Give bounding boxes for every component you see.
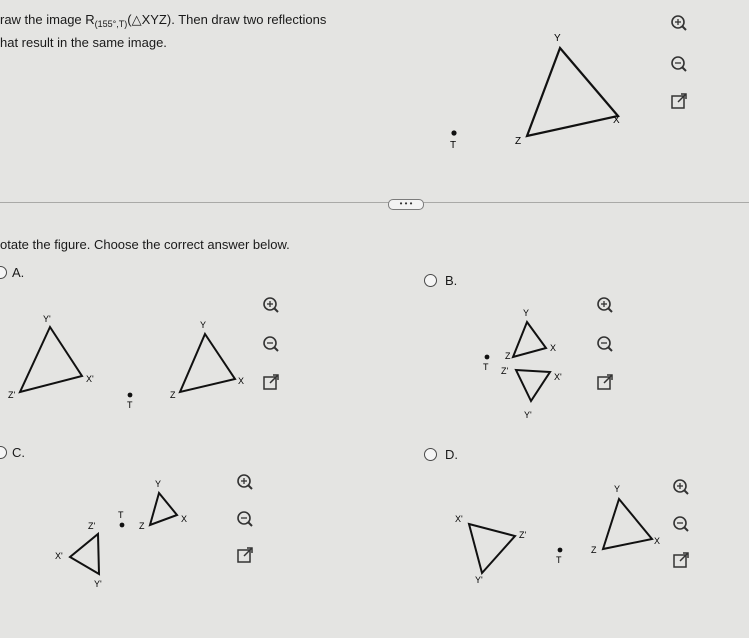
zoom-out-icon[interactable] <box>596 335 614 353</box>
label-x: X <box>654 536 660 546</box>
zoom-in-icon[interactable] <box>596 296 614 314</box>
label-y-prime: Y' <box>524 410 532 420</box>
label-z-prime: Z' <box>501 366 508 376</box>
label-z: Z <box>591 545 597 555</box>
label-x-prime: X' <box>554 372 562 382</box>
label-z: Z <box>505 351 511 361</box>
triangle-xyz <box>148 490 179 527</box>
radio-option-d[interactable] <box>424 448 437 461</box>
label-z: Z <box>515 136 521 147</box>
triangle-xyz <box>525 45 621 138</box>
triangle-xyz <box>601 496 654 551</box>
point-t <box>484 354 490 360</box>
label-t: T <box>556 555 562 565</box>
question-line-1: raw the image R(155°,T)(△XYZ). Then draw… <box>0 12 327 29</box>
instruction-text: otate the figure. Choose the correct ans… <box>0 237 290 252</box>
zoom-out-icon[interactable] <box>236 510 254 528</box>
label-t: T <box>127 400 133 410</box>
triangle-xyz-prime <box>467 522 517 576</box>
label-z-prime: Z' <box>8 390 15 400</box>
zoom-out-icon[interactable] <box>670 55 688 73</box>
label-x: X <box>181 514 187 524</box>
popout-icon[interactable] <box>236 546 254 564</box>
label-y: Y <box>200 320 206 330</box>
point-t <box>451 130 457 136</box>
label-y-prime: Y' <box>94 579 102 589</box>
zoom-out-icon[interactable] <box>262 335 280 353</box>
label-x: X <box>550 343 556 353</box>
option-c-label: C. <box>12 445 25 460</box>
main-figure: Y X Z T <box>450 33 621 151</box>
label-z: Z <box>170 390 176 400</box>
option-a-label: A. <box>12 265 25 280</box>
label-x-prime: X' <box>86 374 94 384</box>
triangle-xyz <box>178 331 237 394</box>
zoom-in-icon[interactable] <box>262 296 280 314</box>
popout-icon[interactable] <box>672 551 690 569</box>
zoom-in-icon[interactable] <box>672 478 690 496</box>
label-z-prime: Z' <box>519 530 526 540</box>
label-z-prime: Z' <box>88 521 95 531</box>
popout-icon[interactable] <box>596 373 614 391</box>
point-t <box>127 392 133 398</box>
radio-option-a[interactable] <box>0 266 7 279</box>
option-c-figure: Y X Z T Z' X' Y' <box>55 479 187 589</box>
label-t: T <box>118 510 124 520</box>
triangle-xyz <box>511 319 548 359</box>
label-y: Y <box>554 33 561 44</box>
label-x-prime: X' <box>455 514 463 524</box>
label-y: Y <box>523 308 529 318</box>
radio-option-c[interactable] <box>0 446 7 459</box>
label-x: X <box>613 115 620 126</box>
point-t <box>557 547 563 553</box>
label-z: Z <box>139 521 145 531</box>
label-x-prime: X' <box>55 551 63 561</box>
label-t: T <box>450 140 456 151</box>
label-y-prime: Y' <box>475 575 483 585</box>
popout-icon[interactable] <box>670 92 688 110</box>
radio-option-b[interactable] <box>424 274 437 287</box>
label-y-prime: Y' <box>43 314 51 324</box>
option-a-figure: Y' X' Z' T Y X Z <box>8 314 244 410</box>
popout-icon[interactable] <box>262 373 280 391</box>
zoom-in-icon[interactable] <box>236 473 254 491</box>
triangle-xyz-prime <box>68 531 101 576</box>
label-t: T <box>483 362 489 372</box>
label-x: X <box>238 376 244 386</box>
more-button[interactable]: • • • <box>388 199 424 210</box>
label-y: Y <box>614 484 620 494</box>
section-divider <box>0 202 749 203</box>
triangle-xyz-prime <box>514 368 552 404</box>
option-d-figure: X' Z' Y' T Y X Z <box>455 484 660 585</box>
point-t <box>119 522 125 528</box>
option-d-label: D. <box>445 447 458 462</box>
label-y: Y <box>155 479 161 489</box>
zoom-out-icon[interactable] <box>672 515 690 533</box>
zoom-in-icon[interactable] <box>670 14 688 32</box>
triangle-xyz-prime <box>18 324 84 394</box>
question-line-2: hat result in the same image. <box>0 35 167 50</box>
option-b-label: B. <box>445 273 458 288</box>
option-b-figure: T Y X Z Z' X' Y' <box>483 308 562 420</box>
